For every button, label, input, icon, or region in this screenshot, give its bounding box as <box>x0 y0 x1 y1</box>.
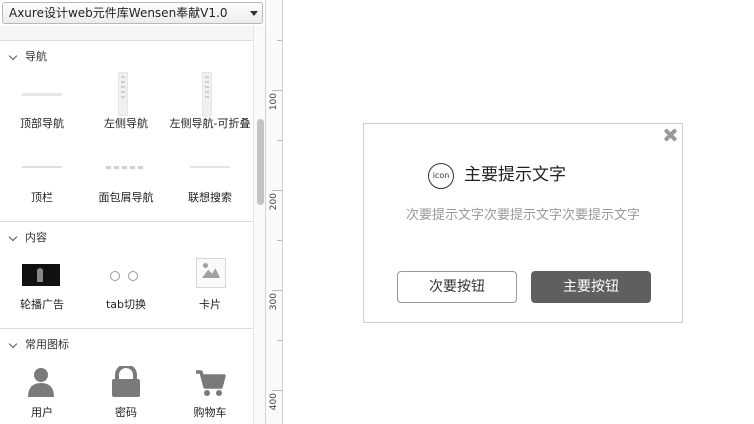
widget-library-panel: Axure设计web元件库Wensen奉献V1.0 导航 顶部导航 左侧导航 左… <box>0 0 266 424</box>
section-title: 导航 <box>25 50 47 63</box>
widget-card[interactable]: 卡片 <box>168 258 252 328</box>
widget-label: tab切换 <box>105 298 147 311</box>
widget-label: 面包屑导航 <box>98 191 154 204</box>
widget-tab-switch[interactable]: tab切换 <box>84 262 168 332</box>
widget-label: 用户 <box>31 406 53 419</box>
ruler-label: 100 <box>269 93 279 111</box>
close-icon[interactable] <box>662 127 678 143</box>
library-toolbar-spacer <box>0 26 253 41</box>
widget-user[interactable]: 用户 <box>0 366 84 424</box>
widget-label: 购物车 <box>193 406 227 419</box>
secondary-button[interactable]: 次要按钮 <box>397 271 517 303</box>
library-scrollbar[interactable] <box>253 26 265 424</box>
widget-lock[interactable]: 密码 <box>84 364 168 424</box>
dialog-widget[interactable]: icon 主要提示文字 次要提示文字次要提示文字次要提示文字 次要按钮 主要按钮 <box>363 123 683 323</box>
collapsible-left-nav-thumbnail <box>168 72 252 116</box>
ruler-label: 300 <box>269 293 279 311</box>
info-icon: icon <box>428 163 454 189</box>
widget-label: 卡片 <box>199 298 221 311</box>
widget-breadcrumb[interactable]: 面包屑导航 <box>84 146 168 216</box>
breadcrumb-thumbnail <box>84 146 168 190</box>
section-divider <box>0 221 253 222</box>
widget-label: 轮播广告 <box>20 298 64 311</box>
widget-left-nav[interactable]: 左侧导航 <box>84 72 168 142</box>
ruler-label: 400 <box>269 393 279 411</box>
widget-label: 联想搜索 <box>188 191 232 204</box>
dialog-subtitle: 次要提示文字次要提示文字次要提示文字 <box>405 208 640 223</box>
dialog-title: 主要提示文字 <box>464 165 566 185</box>
widget-collapsible-left-nav[interactable]: 左侧导航-可折叠 <box>168 72 252 142</box>
widget-top-bar[interactable]: 顶栏 <box>0 146 84 216</box>
widget-shopping-cart[interactable]: 购物车 <box>168 366 252 424</box>
widget-autocomplete-search[interactable]: 联想搜索 <box>168 146 252 216</box>
section-header-navigation[interactable]: 导航 <box>0 46 253 68</box>
widget-label: 顶部导航 <box>20 117 64 130</box>
library-select-value: Axure设计web元件库Wensen奉献V1.0 <box>9 6 228 20</box>
chevron-down-icon <box>8 339 18 349</box>
top-nav-thumbnail <box>0 72 84 116</box>
left-nav-thumbnail <box>84 72 168 116</box>
top-bar-thumbnail <box>0 146 84 190</box>
chevron-down-icon <box>8 232 18 242</box>
widget-carousel[interactable]: 轮播广告 <box>0 262 84 332</box>
widget-label: 左侧导航-可折叠 <box>169 117 251 130</box>
widget-label: 左侧导航 <box>104 117 148 130</box>
section-title: 常用图标 <box>25 338 69 351</box>
ruler-label: 200 <box>269 193 279 211</box>
section-header-common-icons[interactable]: 常用图标 <box>0 334 253 356</box>
widget-top-nav[interactable]: 顶部导航 <box>0 72 84 142</box>
widget-label: 密码 <box>115 406 137 419</box>
section-divider <box>0 328 253 329</box>
vertical-ruler: 100 200 300 400 <box>266 0 283 424</box>
scrollbar-thumb[interactable] <box>257 119 264 205</box>
widget-label: 顶栏 <box>31 191 53 204</box>
chevron-down-icon <box>8 51 18 61</box>
autocomplete-search-thumbnail <box>168 146 252 190</box>
primary-button[interactable]: 主要按钮 <box>531 271 651 303</box>
section-title: 内容 <box>25 231 47 244</box>
library-select[interactable]: Axure设计web元件库Wensen奉献V1.0 <box>2 2 263 24</box>
chevron-down-icon <box>250 11 258 16</box>
section-header-content[interactable]: 内容 <box>0 227 253 249</box>
